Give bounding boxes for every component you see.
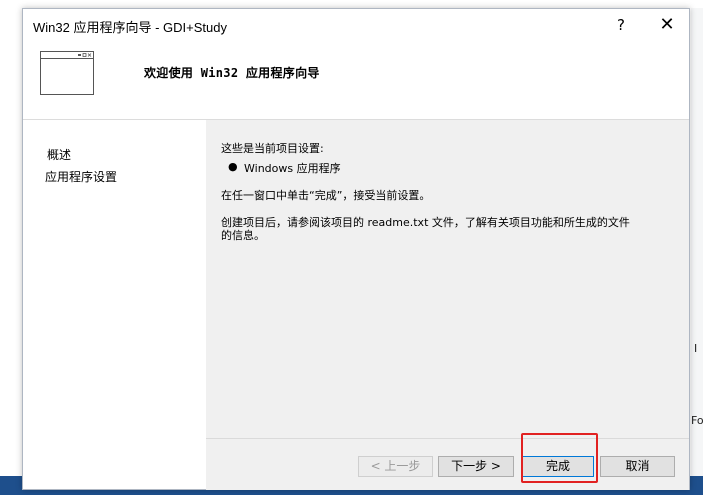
- intro-text: 这些是当前项目设置:: [221, 142, 324, 155]
- sidebar-item-overview[interactable]: 概述: [47, 146, 71, 163]
- sidebar-item-app-settings[interactable]: 应用程序设置: [45, 168, 117, 185]
- instruction-text: 在任一窗口中单击“完成”，接受当前设置。: [221, 189, 431, 202]
- project-type-text: Windows 应用程序: [244, 162, 341, 175]
- window-title: Win32 应用程序向导 - GDI+Study: [33, 20, 227, 35]
- next-button[interactable]: 下一步 >: [438, 456, 514, 477]
- background-app-right: I Fo: [691, 8, 703, 495]
- background-text-1: I: [694, 342, 698, 355]
- content-panel: 这些是当前项目设置: ● Windows 应用程序 在任一窗口中单击“完成”，接…: [206, 120, 689, 438]
- bullet-dot: ●: [228, 160, 238, 173]
- finish-button[interactable]: 完成: [522, 456, 594, 477]
- wizard-header: 欢迎使用 Win32 应用程序向导: [23, 41, 689, 120]
- prev-button[interactable]: < 上一步: [358, 456, 433, 477]
- background-app-top: [0, 0, 703, 8]
- close-button[interactable]: ✕: [649, 13, 685, 37]
- sidebar: 概述 应用程序设置: [23, 120, 206, 489]
- readme-text-line2: 的信息。: [221, 229, 265, 242]
- background-text-2: Fo: [691, 414, 703, 427]
- title-bar[interactable]: Win32 应用程序向导 - GDI+Study ? ✕: [23, 9, 689, 41]
- wizard-dialog: Win32 应用程序向导 - GDI+Study ? ✕ 欢迎使用 Win32 …: [22, 8, 690, 490]
- help-button[interactable]: ?: [603, 13, 639, 37]
- cancel-button[interactable]: 取消: [600, 456, 675, 477]
- button-bar: < 上一步 下一步 > 完成 取消: [206, 438, 689, 490]
- page-title: 欢迎使用 Win32 应用程序向导: [144, 66, 320, 80]
- window-icon: [40, 51, 94, 95]
- readme-text-line1: 创建项目后，请参阅该项目的 readme.txt 文件，了解有关项目功能和所生成…: [221, 216, 630, 229]
